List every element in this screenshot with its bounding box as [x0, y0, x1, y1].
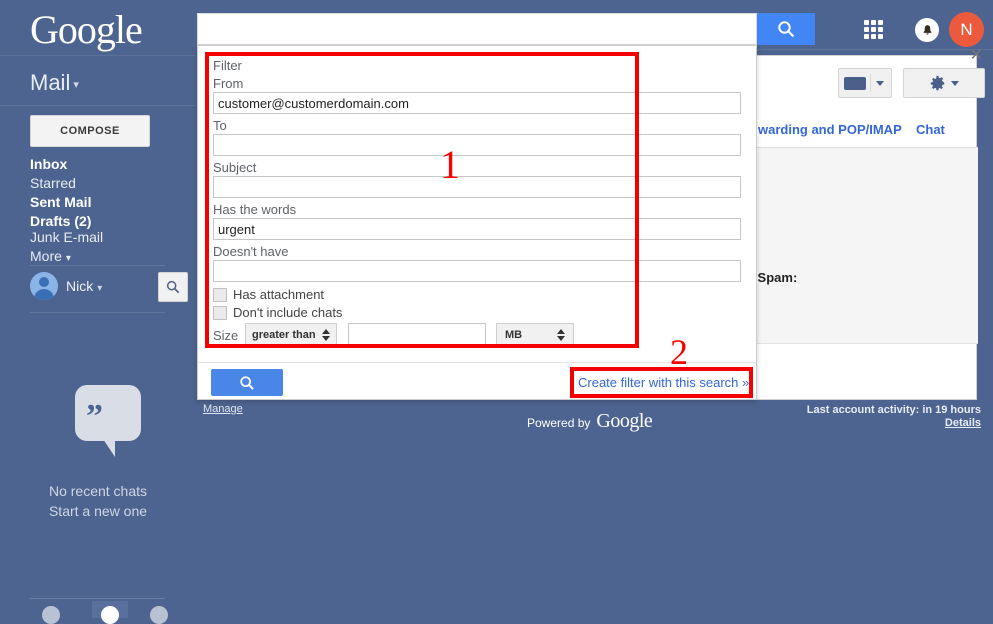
bell-icon: [923, 24, 931, 35]
sidebar-divider-2: [0, 105, 196, 106]
panel-divider: [198, 362, 756, 363]
sidebar-item-starred[interactable]: Starred: [30, 175, 76, 191]
powered-by-label: Powered by: [527, 416, 591, 430]
has-attachment-checkbox-row[interactable]: Has attachment: [213, 287, 324, 302]
chat-bubble-icon: [75, 385, 141, 457]
more-label: More: [30, 248, 62, 264]
keyboard-shortcuts-button[interactable]: [838, 68, 892, 98]
subject-label: Subject: [213, 160, 257, 175]
search-icon: [166, 280, 180, 294]
tab-forwarding-pop-imap[interactable]: warding and POP/IMAP: [758, 122, 902, 137]
search-input[interactable]: [206, 18, 750, 42]
keyboard-icon: [844, 76, 866, 90]
account-avatar[interactable]: N: [949, 12, 984, 47]
has-attachment-label: Has attachment: [233, 287, 325, 302]
settings-gear-button[interactable]: [903, 68, 985, 98]
mail-label: Mail: [30, 70, 71, 95]
chat-user-row[interactable]: Nick ▾: [30, 272, 102, 300]
chevron-down-icon: [951, 80, 959, 86]
sidebar-item-sent-mail[interactable]: Sent Mail: [30, 194, 91, 210]
spinner-icon: [322, 329, 330, 341]
chat-footer-phone-icon[interactable]: [150, 606, 168, 624]
doesnt-have-label: Doesn't have: [213, 244, 289, 259]
sidebar-item-more[interactable]: More ▾: [30, 248, 71, 264]
sidebar-divider-5: [30, 598, 165, 599]
avatar: [30, 272, 58, 300]
close-icon[interactable]: ✕: [970, 48, 983, 64]
from-input[interactable]: [213, 92, 741, 114]
search-icon: [240, 375, 254, 390]
doesnt-have-input[interactable]: [213, 260, 741, 282]
dont-include-chats-label: Don't include chats: [233, 305, 343, 320]
no-recent-chats-label: No recent chats: [48, 483, 148, 499]
chat-user-name: Nick: [66, 278, 94, 294]
dont-include-chats-checkbox-row[interactable]: Don't include chats: [213, 305, 342, 320]
chevron-down-icon: [876, 80, 884, 86]
google-wordmark: Google: [596, 410, 653, 432]
size-label: Size: [213, 328, 239, 343]
sidebar-divider-3: [30, 265, 165, 266]
size-amount-input[interactable]: [348, 323, 486, 347]
sidebar-item-junk-email[interactable]: Junk E-mail: [30, 229, 103, 245]
create-filter-with-this-search-link[interactable]: Create filter with this search »: [578, 375, 749, 390]
chat-footer-contacts-icon[interactable]: [42, 606, 60, 624]
manage-link[interactable]: Manage: [203, 403, 243, 415]
has-the-words-label: Has the words: [213, 202, 297, 217]
checkbox-icon[interactable]: [213, 305, 227, 320]
details-link[interactable]: Details: [945, 417, 981, 429]
filter-search-button[interactable]: [211, 369, 283, 396]
sidebar-divider-4: [30, 312, 165, 313]
sidebar-item-inbox[interactable]: Inbox: [30, 156, 67, 172]
subject-input[interactable]: [213, 176, 741, 198]
filter-panel-title: Filter: [213, 58, 242, 73]
tab-chat[interactable]: Chat: [916, 122, 945, 137]
last-account-activity: Last account activity: in 19 hours: [806, 404, 981, 416]
apps-grid-icon[interactable]: [864, 20, 883, 39]
sidebar-item-drafts[interactable]: Drafts (2): [30, 213, 91, 229]
mail-product-switcher[interactable]: Mail ▾: [30, 70, 79, 96]
compose-button[interactable]: COMPOSE: [30, 115, 150, 147]
checkbox-icon[interactable]: [213, 287, 227, 302]
chevron-down-icon: ▾: [97, 283, 103, 294]
size-unit-select[interactable]: MB: [496, 323, 574, 347]
gear-icon: [930, 75, 945, 90]
button-divider: [870, 74, 871, 92]
search-submit-button[interactable]: [757, 13, 815, 45]
search-icon: [778, 21, 795, 38]
chevron-down-icon: ▾: [65, 253, 71, 264]
quote-glyph: ”: [86, 398, 103, 435]
from-label: From: [213, 76, 244, 91]
powered-by-google: Powered by Google: [527, 410, 653, 433]
sidebar-divider-1: [0, 55, 196, 56]
chevron-down-icon: ▾: [73, 79, 79, 91]
to-label: To: [213, 118, 227, 133]
notifications-button[interactable]: [915, 18, 939, 42]
google-logo: Google: [30, 7, 143, 52]
size-operator-select[interactable]: greater than: [245, 323, 337, 347]
has-the-words-input[interactable]: [213, 218, 741, 240]
start-a-new-chat-link[interactable]: Start a new one: [0, 503, 196, 519]
chat-search-button[interactable]: [158, 272, 188, 302]
size-operator-value: greater than: [252, 329, 316, 341]
left-sidebar: Google Mail ▾ COMPOSE Inbox Starred Sent …: [0, 0, 196, 624]
spinner-icon: [557, 329, 565, 341]
size-unit-value: MB: [505, 329, 523, 341]
to-input[interactable]: [213, 134, 741, 156]
chat-footer-chat-icon[interactable]: [101, 606, 119, 624]
